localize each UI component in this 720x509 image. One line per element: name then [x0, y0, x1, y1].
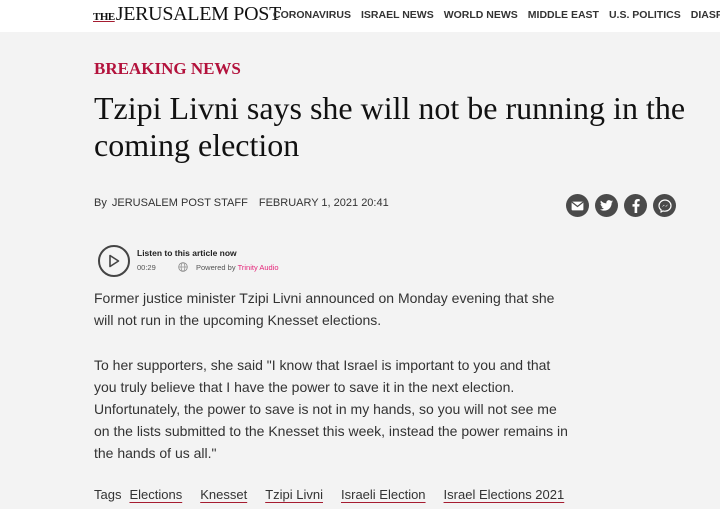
twitter-icon: [600, 200, 613, 211]
main-nav: CORONAVIRUS ISRAEL NEWS WORLD NEWS MIDDL…: [273, 9, 720, 21]
messenger-icon: [657, 198, 672, 213]
email-icon: [571, 201, 584, 210]
logo-the: THE: [93, 11, 115, 23]
audio-player: Listen to this article now 00:29 Powered…: [98, 244, 328, 278]
tag-israeli-election[interactable]: Israeli Election: [341, 487, 426, 502]
article-paragraph: To her supporters, she said "I know that…: [94, 357, 568, 461]
article-kicker[interactable]: BREAKING NEWS: [94, 59, 241, 79]
tag-elections[interactable]: Elections: [129, 487, 182, 502]
byline-prefix: By: [94, 197, 107, 209]
logo-name: JERUSALEM POST: [115, 3, 282, 25]
nav-item-coronavirus[interactable]: CORONAVIRUS: [273, 9, 351, 21]
site-logo[interactable]: THE JERUSALEM POST: [93, 3, 281, 27]
tag-tzipi-livni[interactable]: Tzipi Livni: [265, 487, 323, 502]
nav-item-diaspora[interactable]: DIASPORA: [691, 9, 720, 21]
nav-item-middle-east[interactable]: MIDDLE EAST: [528, 9, 599, 21]
powered-by-label: Powered by: [196, 263, 236, 272]
share-buttons: [566, 194, 676, 217]
facebook-share-button[interactable]: [624, 194, 647, 217]
tag-israel-elections-2021[interactable]: Israel Elections 2021: [444, 487, 565, 502]
globe-icon: [178, 262, 188, 272]
twitter-share-button[interactable]: [595, 194, 618, 217]
byline: By JERUSALEM POST STAFF FEBRUARY 1, 2021…: [94, 197, 389, 209]
byline-author[interactable]: JERUSALEM POST STAFF: [112, 197, 248, 209]
audio-title: Listen to this article now: [137, 248, 237, 258]
article-main: BREAKING NEWS Tzipi Livni says she will …: [0, 32, 720, 509]
byline-date: FEBRUARY 1, 2021 20:41: [258, 197, 389, 209]
nav-item-israel-news[interactable]: ISRAEL NEWS: [361, 9, 434, 21]
powered-by: Powered by Trinity Audio: [196, 263, 279, 272]
nav-item-world-news[interactable]: WORLD NEWS: [444, 9, 518, 21]
article-headline: Tzipi Livni says she will not be running…: [94, 90, 686, 163]
tags-label: Tags: [94, 487, 122, 502]
top-bar: THE JERUSALEM POST CORONAVIRUS ISRAEL NE…: [0, 0, 720, 32]
article-paragraph: Former justice minister Tzipi Livni anno…: [94, 290, 555, 328]
tags-list: Tags Elections Knesset Tzipi Livni Israe…: [94, 487, 582, 502]
nav-item-us-politics[interactable]: U.S. POLITICS: [609, 9, 681, 21]
tag-knesset[interactable]: Knesset: [200, 487, 247, 502]
messenger-share-button[interactable]: [653, 194, 676, 217]
audio-brand-link[interactable]: Trinity Audio: [238, 263, 279, 272]
audio-duration: 00:29: [137, 263, 156, 272]
play-icon: [109, 254, 120, 268]
facebook-icon: [632, 198, 640, 213]
email-share-button[interactable]: [566, 194, 589, 217]
play-button[interactable]: [98, 245, 130, 277]
